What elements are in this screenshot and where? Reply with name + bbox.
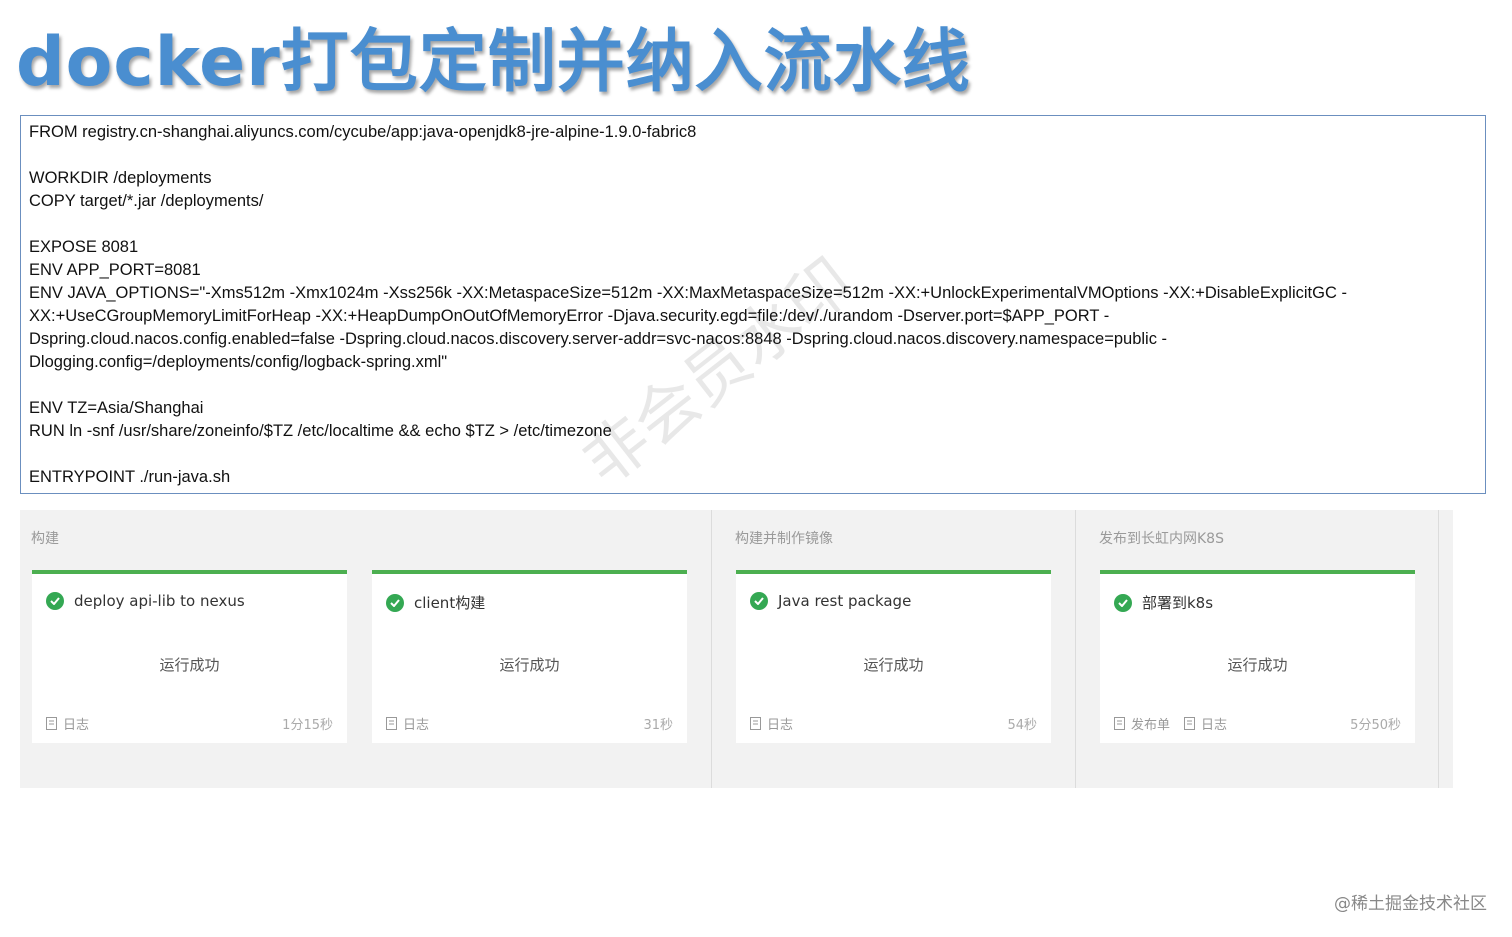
- job-duration: 31秒: [643, 718, 673, 733]
- dockerfile-code-block: FROM registry.cn-shanghai.aliyuncs.com/c…: [20, 115, 1486, 494]
- code-line: ENTRYPOINT ./run-java.sh: [29, 468, 231, 486]
- job-header: Java rest package: [750, 592, 911, 610]
- job-duration: 1分15秒: [282, 718, 333, 733]
- code-line: Dlogging.config=/deployments/config/logb…: [29, 353, 448, 371]
- code-line: ENV TZ=Asia/Shanghai: [29, 399, 204, 417]
- job-card[interactable]: deploy api-lib to nexus 运行成功 日志 1分15秒: [32, 570, 347, 743]
- job-header: deploy api-lib to nexus: [46, 592, 245, 610]
- document-icon: [1184, 717, 1196, 730]
- job-footer: 日志 31秒: [386, 714, 673, 733]
- job-footer: 日志 1分15秒: [46, 714, 333, 733]
- job-name[interactable]: client构建: [414, 592, 485, 613]
- code-line: ENV APP_PORT=8081: [29, 261, 201, 279]
- log-link[interactable]: 日志: [750, 714, 793, 733]
- page-title: docker打包定制并纳入流水线: [16, 23, 971, 102]
- job-footer: 日志 54秒: [750, 714, 1037, 733]
- document-icon: [750, 717, 761, 730]
- stage-divider: [1075, 510, 1076, 788]
- document-icon: [386, 717, 397, 730]
- log-label[interactable]: 日志: [1201, 714, 1227, 733]
- job-name[interactable]: deploy api-lib to nexus: [74, 592, 245, 610]
- document-icon: [1114, 717, 1125, 730]
- release-link[interactable]: 发布单: [1114, 714, 1170, 733]
- job-card[interactable]: Java rest package 运行成功 日志 54秒: [736, 570, 1051, 743]
- code-line: WORKDIR /deployments: [29, 169, 212, 187]
- log-link[interactable]: 日志: [386, 714, 429, 733]
- log-label[interactable]: 日志: [767, 714, 793, 733]
- code-line: FROM registry.cn-shanghai.aliyuncs.com/c…: [29, 123, 697, 141]
- job-duration: 5分50秒: [1350, 718, 1401, 733]
- log-label[interactable]: 日志: [63, 714, 89, 733]
- job-name[interactable]: 部署到k8s: [1142, 592, 1213, 613]
- stage-title-build: 构建: [31, 531, 59, 547]
- code-line: COPY target/*.jar /deployments/: [29, 192, 264, 210]
- job-status: 运行成功: [863, 656, 924, 674]
- code-line: XX:+UseCGroupMemoryLimitForHeap -XX:+Hea…: [29, 307, 1110, 325]
- check-circle-icon: [1114, 593, 1132, 612]
- source-credit: @稀土掘金技术社区: [1334, 894, 1487, 914]
- log-label[interactable]: 日志: [403, 714, 429, 733]
- job-card[interactable]: 部署到k8s 运行成功 发布单 日志 5分50秒: [1100, 570, 1415, 743]
- job-footer: 发布单 日志 5分50秒: [1114, 714, 1401, 733]
- code-line: Dspring.cloud.nacos.config.enabled=false…: [29, 330, 1168, 348]
- job-header: 部署到k8s: [1114, 592, 1213, 613]
- code-line: RUN ln -snf /usr/share/zoneinfo/$TZ /etc…: [29, 422, 612, 440]
- log-link[interactable]: 日志: [1184, 714, 1227, 733]
- document-icon: [46, 717, 57, 730]
- job-header: client构建: [386, 592, 485, 613]
- job-status: 运行成功: [499, 656, 560, 674]
- job-name[interactable]: Java rest package: [778, 592, 911, 610]
- stage-title-image: 构建并制作镜像: [735, 531, 833, 547]
- log-link[interactable]: 日志: [46, 714, 89, 733]
- pipeline-panel: 构建 构建并制作镜像 发布到长虹内网K8S deploy api-lib to …: [20, 510, 1453, 788]
- check-circle-icon: [46, 592, 64, 610]
- stage-title-deploy: 发布到长虹内网K8S: [1099, 531, 1224, 547]
- job-duration: 54秒: [1007, 718, 1037, 733]
- check-circle-icon: [750, 592, 768, 610]
- job-status: 运行成功: [159, 656, 220, 674]
- code-line: ENV JAVA_OPTIONS="-Xms512m -Xmx1024m -Xs…: [29, 284, 1347, 302]
- stage-divider: [711, 510, 712, 788]
- job-status: 运行成功: [1227, 656, 1288, 674]
- check-circle-icon: [386, 593, 404, 612]
- release-label[interactable]: 发布单: [1131, 714, 1170, 733]
- stage-divider: [1438, 510, 1439, 788]
- job-card[interactable]: client构建 运行成功 日志 31秒: [372, 570, 687, 743]
- code-line: EXPOSE 8081: [29, 238, 139, 256]
